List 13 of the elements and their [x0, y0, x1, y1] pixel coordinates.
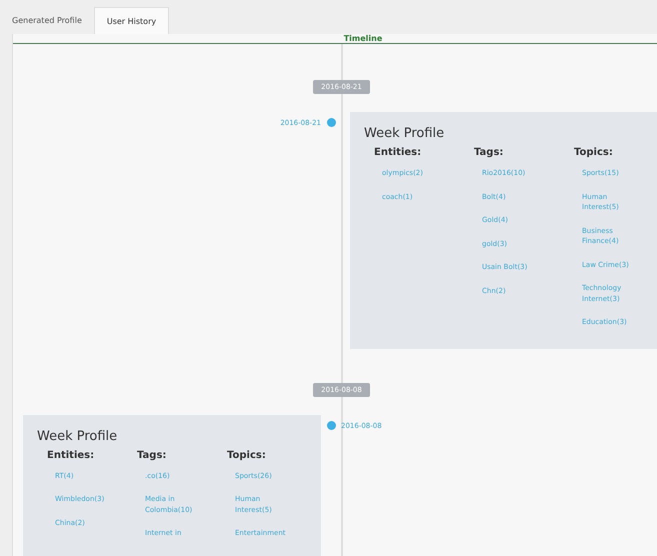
card-title: Week Profile	[37, 428, 118, 444]
column-heading: Entities:	[47, 450, 96, 460]
tab[interactable]: Generated Profile	[0, 7, 94, 34]
column-heading: Entities:	[374, 147, 422, 158]
column-heading: Topics:	[574, 147, 614, 158]
timeline-title: Timeline	[344, 34, 382, 43]
tab[interactable]: User History	[94, 7, 170, 34]
column-heading: Tags:	[137, 450, 168, 460]
timeline-dot	[326, 118, 336, 127]
card-title: Week Profile	[364, 126, 446, 141]
column-heading: Tags:	[474, 147, 504, 158]
timeline-dot	[326, 420, 336, 430]
column-heading: Topics:	[227, 450, 267, 460]
